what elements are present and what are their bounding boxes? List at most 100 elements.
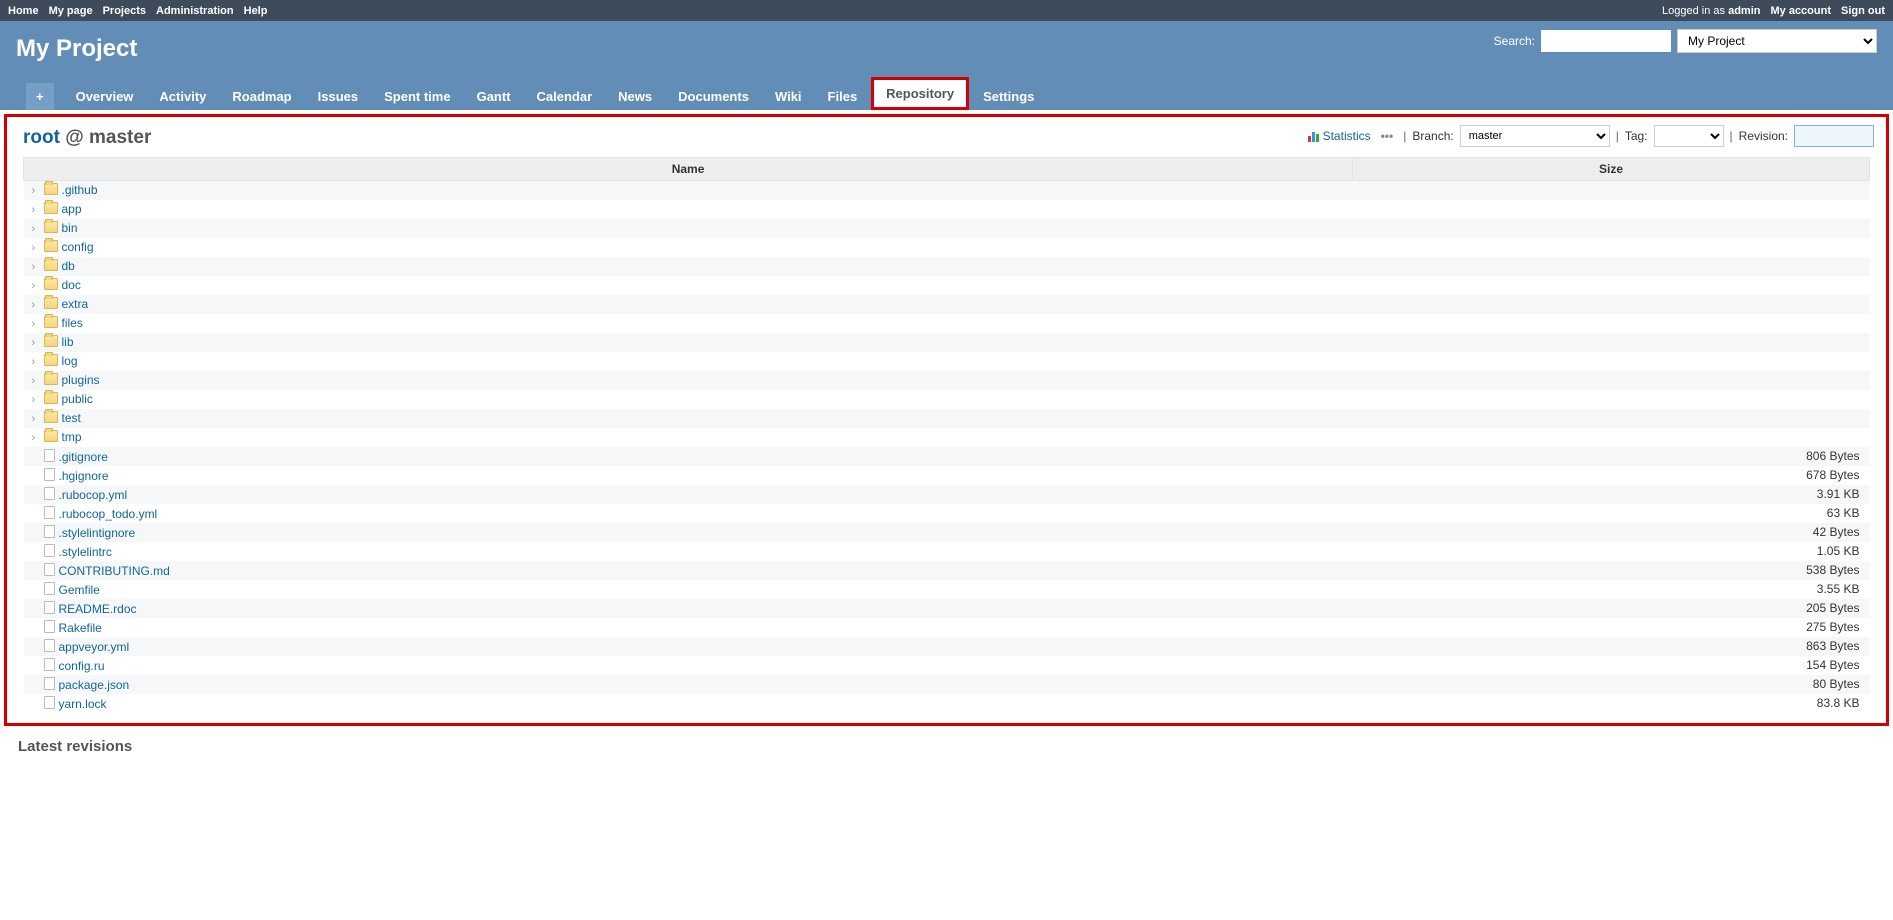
table-row: › tmp: [24, 428, 1870, 447]
folder-link[interactable]: test: [62, 411, 81, 425]
tag-label: Tag:: [1625, 129, 1648, 143]
expander-icon[interactable]: ›: [32, 413, 42, 425]
revision-input[interactable]: [1794, 125, 1874, 147]
file-size: 806 Bytes: [1353, 447, 1870, 466]
tab-roadmap[interactable]: Roadmap: [220, 83, 303, 110]
file-link[interactable]: .rubocop_todo.yml: [59, 507, 158, 521]
tab-wiki[interactable]: Wiki: [763, 83, 814, 110]
topmenu-link[interactable]: My account: [1770, 5, 1831, 17]
table-row: › log: [24, 352, 1870, 371]
folder-link[interactable]: db: [62, 259, 75, 273]
tab-overview[interactable]: Overview: [64, 83, 146, 110]
tab-gantt[interactable]: Gantt: [465, 83, 523, 110]
folder-link[interactable]: files: [62, 316, 83, 330]
folder-link[interactable]: tmp: [62, 430, 82, 444]
table-row: ›config.ru154 Bytes: [24, 656, 1870, 675]
file-icon: [44, 506, 55, 519]
expander-icon[interactable]: ›: [32, 223, 42, 235]
expander-icon[interactable]: ›: [32, 375, 42, 387]
expander-icon[interactable]: ›: [32, 204, 42, 216]
table-row: ›.rubocop_todo.yml63 KB: [24, 504, 1870, 523]
file-size: 80 Bytes: [1353, 675, 1870, 694]
folder-link[interactable]: log: [62, 354, 78, 368]
expander-icon[interactable]: ›: [32, 185, 42, 197]
column-header-name[interactable]: Name: [24, 158, 1353, 181]
expander-icon[interactable]: ›: [32, 394, 42, 406]
file-size: [1353, 409, 1870, 428]
topmenu-link[interactable]: My page: [49, 5, 93, 17]
expander-icon[interactable]: ›: [32, 261, 42, 273]
expander-icon[interactable]: ›: [32, 432, 42, 444]
file-icon: [44, 601, 55, 614]
tab-news[interactable]: News: [606, 83, 664, 110]
expander-icon[interactable]: ›: [32, 280, 42, 292]
expander-icon[interactable]: ›: [32, 318, 42, 330]
folder-link[interactable]: config: [62, 240, 94, 254]
file-link[interactable]: .stylelintrc: [59, 545, 112, 559]
tag-select[interactable]: [1654, 125, 1724, 147]
topmenu-link[interactable]: Projects: [103, 5, 146, 17]
file-size: [1353, 390, 1870, 409]
file-browser-table: Name Size › .github › app › bin › config › db › doc…: [23, 157, 1870, 713]
file-link[interactable]: config.ru: [59, 659, 105, 673]
folder-link[interactable]: public: [62, 392, 93, 406]
folder-link[interactable]: extra: [62, 297, 89, 311]
topmenu-link[interactable]: Sign out: [1841, 5, 1885, 17]
top-menu-left: Home My page Projects Administration Help: [8, 5, 267, 17]
column-header-size[interactable]: Size: [1353, 158, 1870, 181]
table-row: ›.stylelintignore42 Bytes: [24, 523, 1870, 542]
table-row: › lib: [24, 333, 1870, 352]
file-link[interactable]: README.rdoc: [59, 602, 137, 616]
file-size: [1353, 276, 1870, 295]
expander-icon[interactable]: ›: [32, 299, 42, 311]
folder-icon: [44, 183, 58, 195]
repo-toolbar: Statistics ••• | Branch: master | Tag: |…: [1308, 125, 1874, 147]
tab-repository[interactable]: Repository: [874, 80, 966, 107]
file-link[interactable]: Rakefile: [59, 621, 102, 635]
file-icon: [44, 620, 55, 633]
file-link[interactable]: .stylelintignore: [59, 526, 136, 540]
latest-revisions-heading: Latest revisions: [18, 738, 1889, 755]
table-row: › public: [24, 390, 1870, 409]
tab-documents[interactable]: Documents: [666, 83, 761, 110]
search-input[interactable]: [1541, 30, 1671, 52]
file-size: 275 Bytes: [1353, 618, 1870, 637]
tab-calendar[interactable]: Calendar: [525, 83, 605, 110]
file-link[interactable]: .rubocop.yml: [59, 488, 128, 502]
topmenu-link[interactable]: Help: [244, 5, 268, 17]
expander-icon[interactable]: ›: [32, 337, 42, 349]
file-link[interactable]: .hgignore: [59, 469, 109, 483]
file-link[interactable]: yarn.lock: [59, 697, 107, 711]
branch-select[interactable]: master: [1460, 125, 1610, 147]
file-size: 3.91 KB: [1353, 485, 1870, 504]
expander-icon[interactable]: ›: [32, 356, 42, 368]
statistics-link[interactable]: Statistics: [1308, 129, 1371, 143]
file-link[interactable]: appveyor.yml: [59, 640, 130, 654]
table-row: › doc: [24, 276, 1870, 295]
more-actions-button[interactable]: •••: [1377, 129, 1398, 143]
new-object-button[interactable]: +: [26, 83, 54, 110]
expander-icon[interactable]: ›: [32, 242, 42, 254]
table-row: ›yarn.lock83.8 KB: [24, 694, 1870, 713]
tab-files[interactable]: Files: [816, 83, 870, 110]
file-link[interactable]: Gemfile: [59, 583, 100, 597]
tab-issues[interactable]: Issues: [306, 83, 370, 110]
project-jump-select[interactable]: My Project: [1677, 29, 1877, 53]
file-link[interactable]: package.json: [59, 678, 130, 692]
folder-link[interactable]: lib: [62, 335, 74, 349]
folder-link[interactable]: doc: [62, 278, 81, 292]
topmenu-link[interactable]: Home: [8, 5, 39, 17]
tab-settings[interactable]: Settings: [971, 83, 1046, 110]
tab-activity[interactable]: Activity: [147, 83, 218, 110]
table-row: › test: [24, 409, 1870, 428]
folder-link[interactable]: .github: [62, 183, 98, 197]
file-link[interactable]: .gitignore: [59, 450, 108, 464]
file-size: 205 Bytes: [1353, 599, 1870, 618]
folder-link[interactable]: plugins: [62, 373, 100, 387]
folder-link[interactable]: bin: [62, 221, 78, 235]
folder-link[interactable]: app: [62, 202, 82, 216]
topmenu-link[interactable]: Administration: [156, 5, 234, 17]
repo-root-link[interactable]: root: [23, 127, 60, 148]
file-link[interactable]: CONTRIBUTING.md: [59, 564, 170, 578]
tab-spent-time[interactable]: Spent time: [372, 83, 462, 110]
